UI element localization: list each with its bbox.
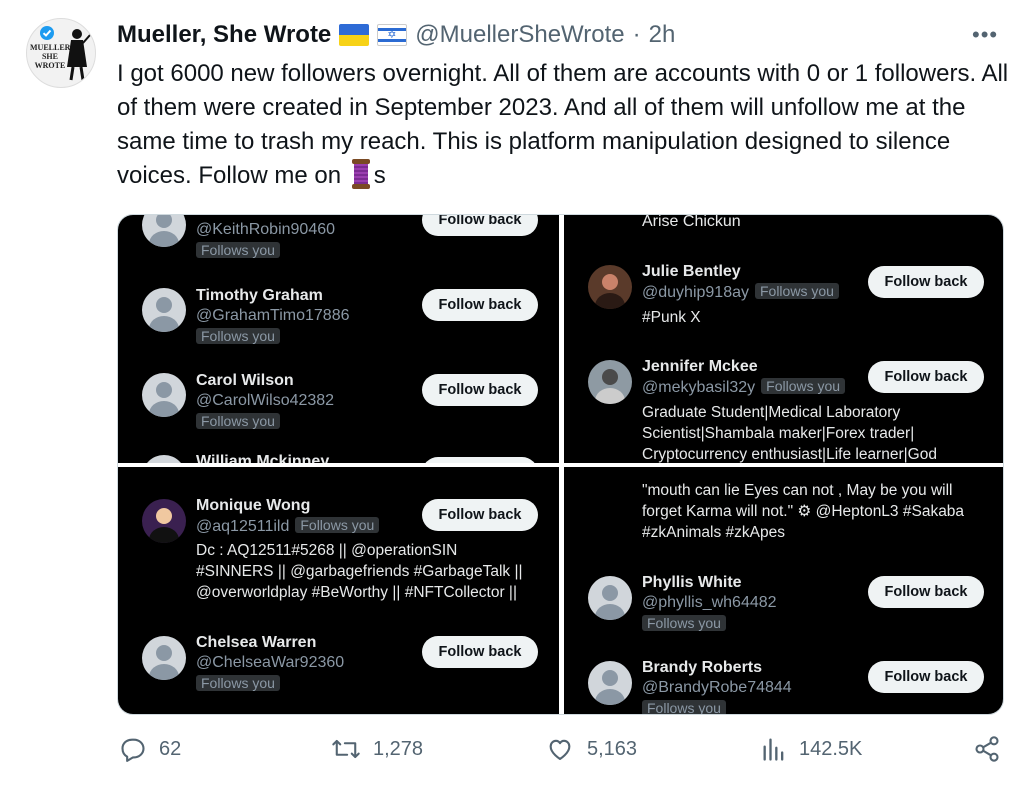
media-image-4[interactable]: "mouth can lie Eyes can not , May be you… xyxy=(564,467,1003,714)
follow-back-button: Follow back xyxy=(868,661,984,693)
user-bio: "mouth can lie Eyes can not , May be you… xyxy=(642,482,965,541)
retweet-button[interactable]: 1,278 xyxy=(331,735,423,763)
spool-of-thread-icon xyxy=(350,159,372,189)
follow-back-button: Follow back xyxy=(422,289,538,321)
user-name: William Mckinney xyxy=(196,453,330,463)
share-button[interactable] xyxy=(973,735,1001,763)
user-bio: Dc : AQ12511#5268 || @operationSIN #SINN… xyxy=(196,542,523,601)
separator: · xyxy=(632,21,641,48)
verified-badge-icon xyxy=(40,26,54,40)
like-count: 5,163 xyxy=(587,737,638,760)
follow-back-button: Follow back xyxy=(422,636,538,668)
view-count: 142.5K xyxy=(799,737,863,760)
author-avatar[interactable]: MUELLER SHE WROTE xyxy=(26,18,96,88)
cut-off-text: Arise Chickun xyxy=(642,215,741,230)
user-handle: @aq12511ild Follows you xyxy=(196,517,380,536)
author-name[interactable]: Mueller, She Wrote xyxy=(117,21,331,49)
follows-you-badge: Follows you xyxy=(196,328,280,344)
user-avatar xyxy=(142,499,186,543)
user-avatar xyxy=(588,360,632,404)
user-handle: @CarolWilso42382 xyxy=(196,392,335,409)
retweet-count: 1,278 xyxy=(373,737,424,760)
default-avatar-icon xyxy=(142,455,186,463)
user-handle: @ChelseaWar92360 xyxy=(196,654,345,671)
views-button[interactable]: 142.5K xyxy=(761,735,862,763)
media-image-1[interactable]: @KeithRobin90460 Follows you Follow back… xyxy=(118,215,559,463)
user-handle: @GrahamTimo17886 xyxy=(196,307,350,324)
follows-you-badge: Follows you xyxy=(642,615,726,631)
follow-back-button: Follow back xyxy=(422,457,538,463)
default-avatar-icon xyxy=(142,288,186,332)
user-name: Jennifer Mckee xyxy=(642,358,758,375)
default-avatar-icon xyxy=(588,661,632,705)
user-name: Chelsea Warren xyxy=(196,634,317,651)
follow-back-button: Follow back xyxy=(868,576,984,608)
user-bio: #Punk X xyxy=(642,309,701,326)
default-avatar-icon xyxy=(142,373,186,417)
author-handle[interactable]: @MuellerSheWrote xyxy=(415,21,624,49)
follows-you-badge: Follows you xyxy=(295,517,380,533)
user-name: Monique Wong xyxy=(196,497,311,514)
user-name: Carol Wilson xyxy=(196,372,294,389)
more-options-icon[interactable]: ••• xyxy=(972,22,998,48)
follow-back-button: Follow back xyxy=(422,499,538,531)
follows-you-badge: Follows you xyxy=(642,700,726,714)
user-handle: @duyhip918ay Follows you xyxy=(642,283,839,302)
follows-you-badge: Follows you xyxy=(196,675,280,691)
user-handle: @KeithRobin90460 xyxy=(196,221,336,238)
user-name: Brandy Roberts xyxy=(642,659,763,676)
media-grid[interactable]: @KeithRobin90460 Follows you Follow back… xyxy=(117,214,1004,715)
user-handle: @mekybasil32y Follows you xyxy=(642,378,846,397)
reply-count: 62 xyxy=(159,737,182,760)
israel-flag-icon: ✡ xyxy=(377,24,408,46)
ukraine-flag-icon xyxy=(339,24,370,46)
follow-back-button: Follow back xyxy=(868,361,984,393)
default-avatar-icon xyxy=(142,215,186,247)
reply-icon xyxy=(121,738,145,762)
tweet-body: I got 6000 new followers overnight. All … xyxy=(117,60,1009,189)
reply-button[interactable]: 62 xyxy=(119,735,181,763)
like-button[interactable]: 5,163 xyxy=(545,735,637,763)
media-image-3[interactable]: Monique Wong @aq12511ild Follows you Dc :… xyxy=(118,467,559,714)
user-handle: @phyllis_wh64482 xyxy=(642,594,777,611)
tweet-action-bar: 62 1,278 5,163 142.5K xyxy=(117,735,1017,771)
heart-icon xyxy=(549,739,571,760)
default-avatar-icon xyxy=(588,576,632,620)
views-chart-icon xyxy=(763,738,784,761)
share-icon xyxy=(975,736,999,762)
follows-you-badge: Follows you xyxy=(196,242,280,258)
follows-you-badge: Follows you xyxy=(754,283,839,299)
user-avatar xyxy=(588,265,632,309)
user-bio: Graduate Student|Medical Laboratory Scie… xyxy=(642,404,937,463)
default-avatar-icon xyxy=(142,636,186,680)
tweet-text: I got 6000 new followers overnight. All … xyxy=(117,57,1017,193)
user-name: Timothy Graham xyxy=(196,287,323,304)
timestamp[interactable]: 2h xyxy=(649,21,676,49)
user-name: Phyllis White xyxy=(642,574,742,591)
follow-back-button: Follow back xyxy=(422,374,538,406)
follow-back-button: Follow back xyxy=(868,266,984,298)
follow-back-button: Follow back xyxy=(422,215,538,236)
tweet-header: Mueller, She Wrote ✡ @MuellerSheWrote · … xyxy=(117,20,675,50)
media-image-2[interactable]: Arise Chickun Julie Bentley @duyhip918ay… xyxy=(564,215,1003,463)
user-name: Julie Bentley xyxy=(642,263,741,280)
retweet-icon xyxy=(332,739,360,759)
silhouette-icon xyxy=(67,29,91,81)
follows-you-badge: Follows you xyxy=(761,378,846,394)
follows-you-badge: Follows you xyxy=(196,413,280,429)
user-handle: @BrandyRobe74844 xyxy=(642,679,792,696)
tweet-tail: s xyxy=(373,162,386,189)
